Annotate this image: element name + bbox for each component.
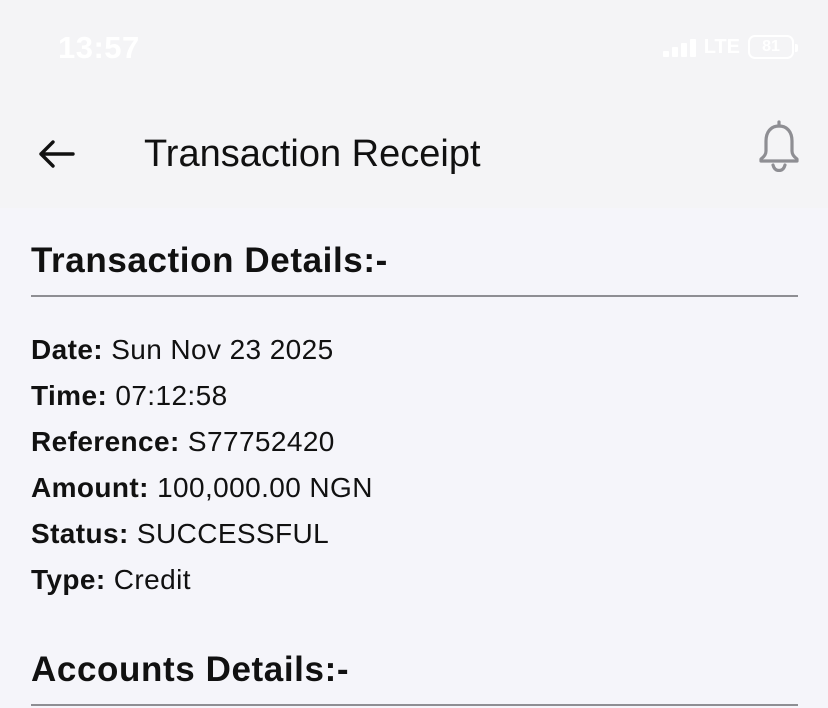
detail-row-time: Time: 07:12:58 [31,378,228,414]
time-label: Time: [31,380,108,411]
status-time: 13:57 [58,30,140,65]
back-button[interactable] [30,128,82,180]
top-bar: 13:57 LTE 81 Transaction Receipt [0,0,828,208]
page-title: Transaction Receipt [144,133,481,175]
time-value: 07:12:58 [115,380,228,411]
reference-label: Reference: [31,426,180,457]
detail-row-status: Status: SUCCESSFUL [31,516,329,552]
accounts-details-title: Accounts Details:- [31,650,350,689]
arrow-left-icon [39,140,75,168]
status-value: SUCCESSFUL [136,518,330,549]
detail-row-reference: Reference: S77752420 [31,424,335,460]
type-label: Type: [31,564,106,595]
transaction-details-title: Transaction Details:- [31,241,388,280]
network-type: LTE [703,35,740,58]
transaction-details-divider [31,295,798,297]
type-value: Credit [113,564,191,595]
amount-label: Amount: [31,472,149,503]
reference-value: S77752420 [187,426,335,457]
date-value: Sun Nov 23 2025 [111,334,334,365]
accounts-details-divider [31,704,798,706]
navigation-bar: Transaction Receipt [0,100,828,208]
bell-icon [759,120,799,172]
battery-icon: 81 [748,35,798,59]
battery-level: 81 [762,38,780,55]
detail-row-date: Date: Sun Nov 23 2025 [31,332,334,368]
detail-row-amount: Amount: 100,000.00 NGN [31,470,373,506]
amount-value: 100,000.00 NGN [157,472,373,503]
detail-row-type: Type: Credit [31,562,191,598]
status-label: Status: [31,518,129,549]
status-bar: 13:57 LTE 81 [0,0,828,96]
status-indicators: LTE 81 [662,35,798,59]
signal-strength-icon [662,37,696,57]
notification-button[interactable] [752,118,806,174]
date-label: Date: [31,334,104,365]
